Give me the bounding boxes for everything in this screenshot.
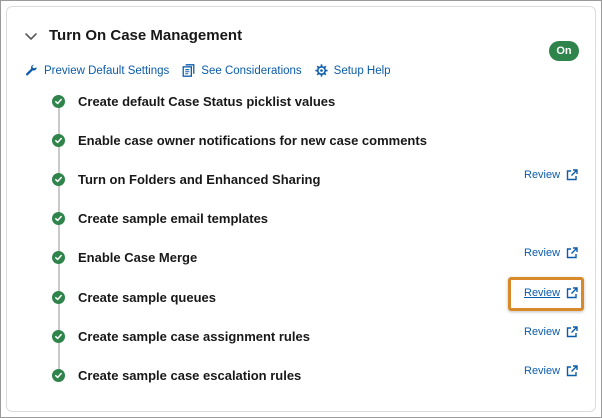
status-toggle[interactable]: On <box>549 41 579 61</box>
step-item: Create sample email templates <box>52 208 268 228</box>
window-frame: Turn On Case Management On Preview Defau… <box>0 0 602 418</box>
review-link-escalation-rules[interactable]: Review <box>524 365 578 377</box>
check-circle-icon <box>52 250 65 264</box>
review-link-sample-queues[interactable]: Review <box>524 287 578 299</box>
check-circle-icon <box>52 211 65 225</box>
section-title: Turn On Case Management <box>49 27 243 44</box>
check-circle-icon <box>52 368 65 382</box>
external-link-icon <box>566 365 578 377</box>
gear-icon <box>315 64 328 77</box>
document-icon <box>182 64 195 77</box>
check-circle-icon <box>52 329 65 343</box>
step-label: Turn on Folders and Enhanced Sharing <box>78 171 321 187</box>
see-considerations-label: See Considerations <box>201 64 302 77</box>
step-item: Enable case owner notifications for new … <box>52 130 427 150</box>
step-label: Create sample email templates <box>78 210 269 226</box>
review-label: Review <box>524 365 561 377</box>
step-item: Create sample case assignment rules <box>52 326 310 346</box>
review-link-folders-sharing[interactable]: Review <box>524 169 578 181</box>
review-label: Review <box>524 326 561 338</box>
step-item: Enable Case Merge <box>52 247 197 267</box>
step-label: Create sample case escalation rules <box>78 367 302 383</box>
chevron-down-icon[interactable] <box>23 28 39 44</box>
review-label: Review <box>524 169 561 181</box>
step-item: Create sample case escalation rules <box>52 365 301 385</box>
preview-default-settings-link[interactable]: Preview Default Settings <box>25 64 169 77</box>
check-circle-icon <box>52 172 65 186</box>
review-label: Review <box>524 247 561 259</box>
review-link-assignment-rules[interactable]: Review <box>524 326 578 338</box>
external-link-icon <box>566 247 578 259</box>
check-circle-icon <box>52 133 65 147</box>
see-considerations-link[interactable]: See Considerations <box>182 64 302 77</box>
step-label: Create default Case Status picklist valu… <box>78 93 336 109</box>
external-link-icon <box>566 169 578 181</box>
step-label: Create sample case assignment rules <box>78 328 310 344</box>
step-label: Create sample queues <box>78 289 217 305</box>
external-link-icon <box>566 326 578 338</box>
wrench-icon <box>25 64 37 76</box>
step-item: Create sample queues <box>52 287 216 307</box>
external-link-icon <box>566 287 578 299</box>
help-links: Preview Default Settings See Considerati… <box>25 64 404 77</box>
section-header[interactable]: Turn On Case Management <box>23 27 242 44</box>
preview-default-settings-label: Preview Default Settings <box>44 64 170 77</box>
step-item: Turn on Folders and Enhanced Sharing <box>52 169 320 189</box>
check-circle-icon <box>52 94 65 108</box>
review-label: Review <box>524 287 561 299</box>
review-link-case-merge[interactable]: Review <box>524 247 578 259</box>
setup-help-link[interactable]: Setup Help <box>315 64 391 77</box>
step-label: Enable case owner notifications for new … <box>78 132 427 148</box>
check-circle-icon <box>52 290 65 304</box>
setup-help-label: Setup Help <box>333 64 391 77</box>
step-item: Create default Case Status picklist valu… <box>52 91 335 111</box>
step-label: Enable Case Merge <box>78 249 198 265</box>
